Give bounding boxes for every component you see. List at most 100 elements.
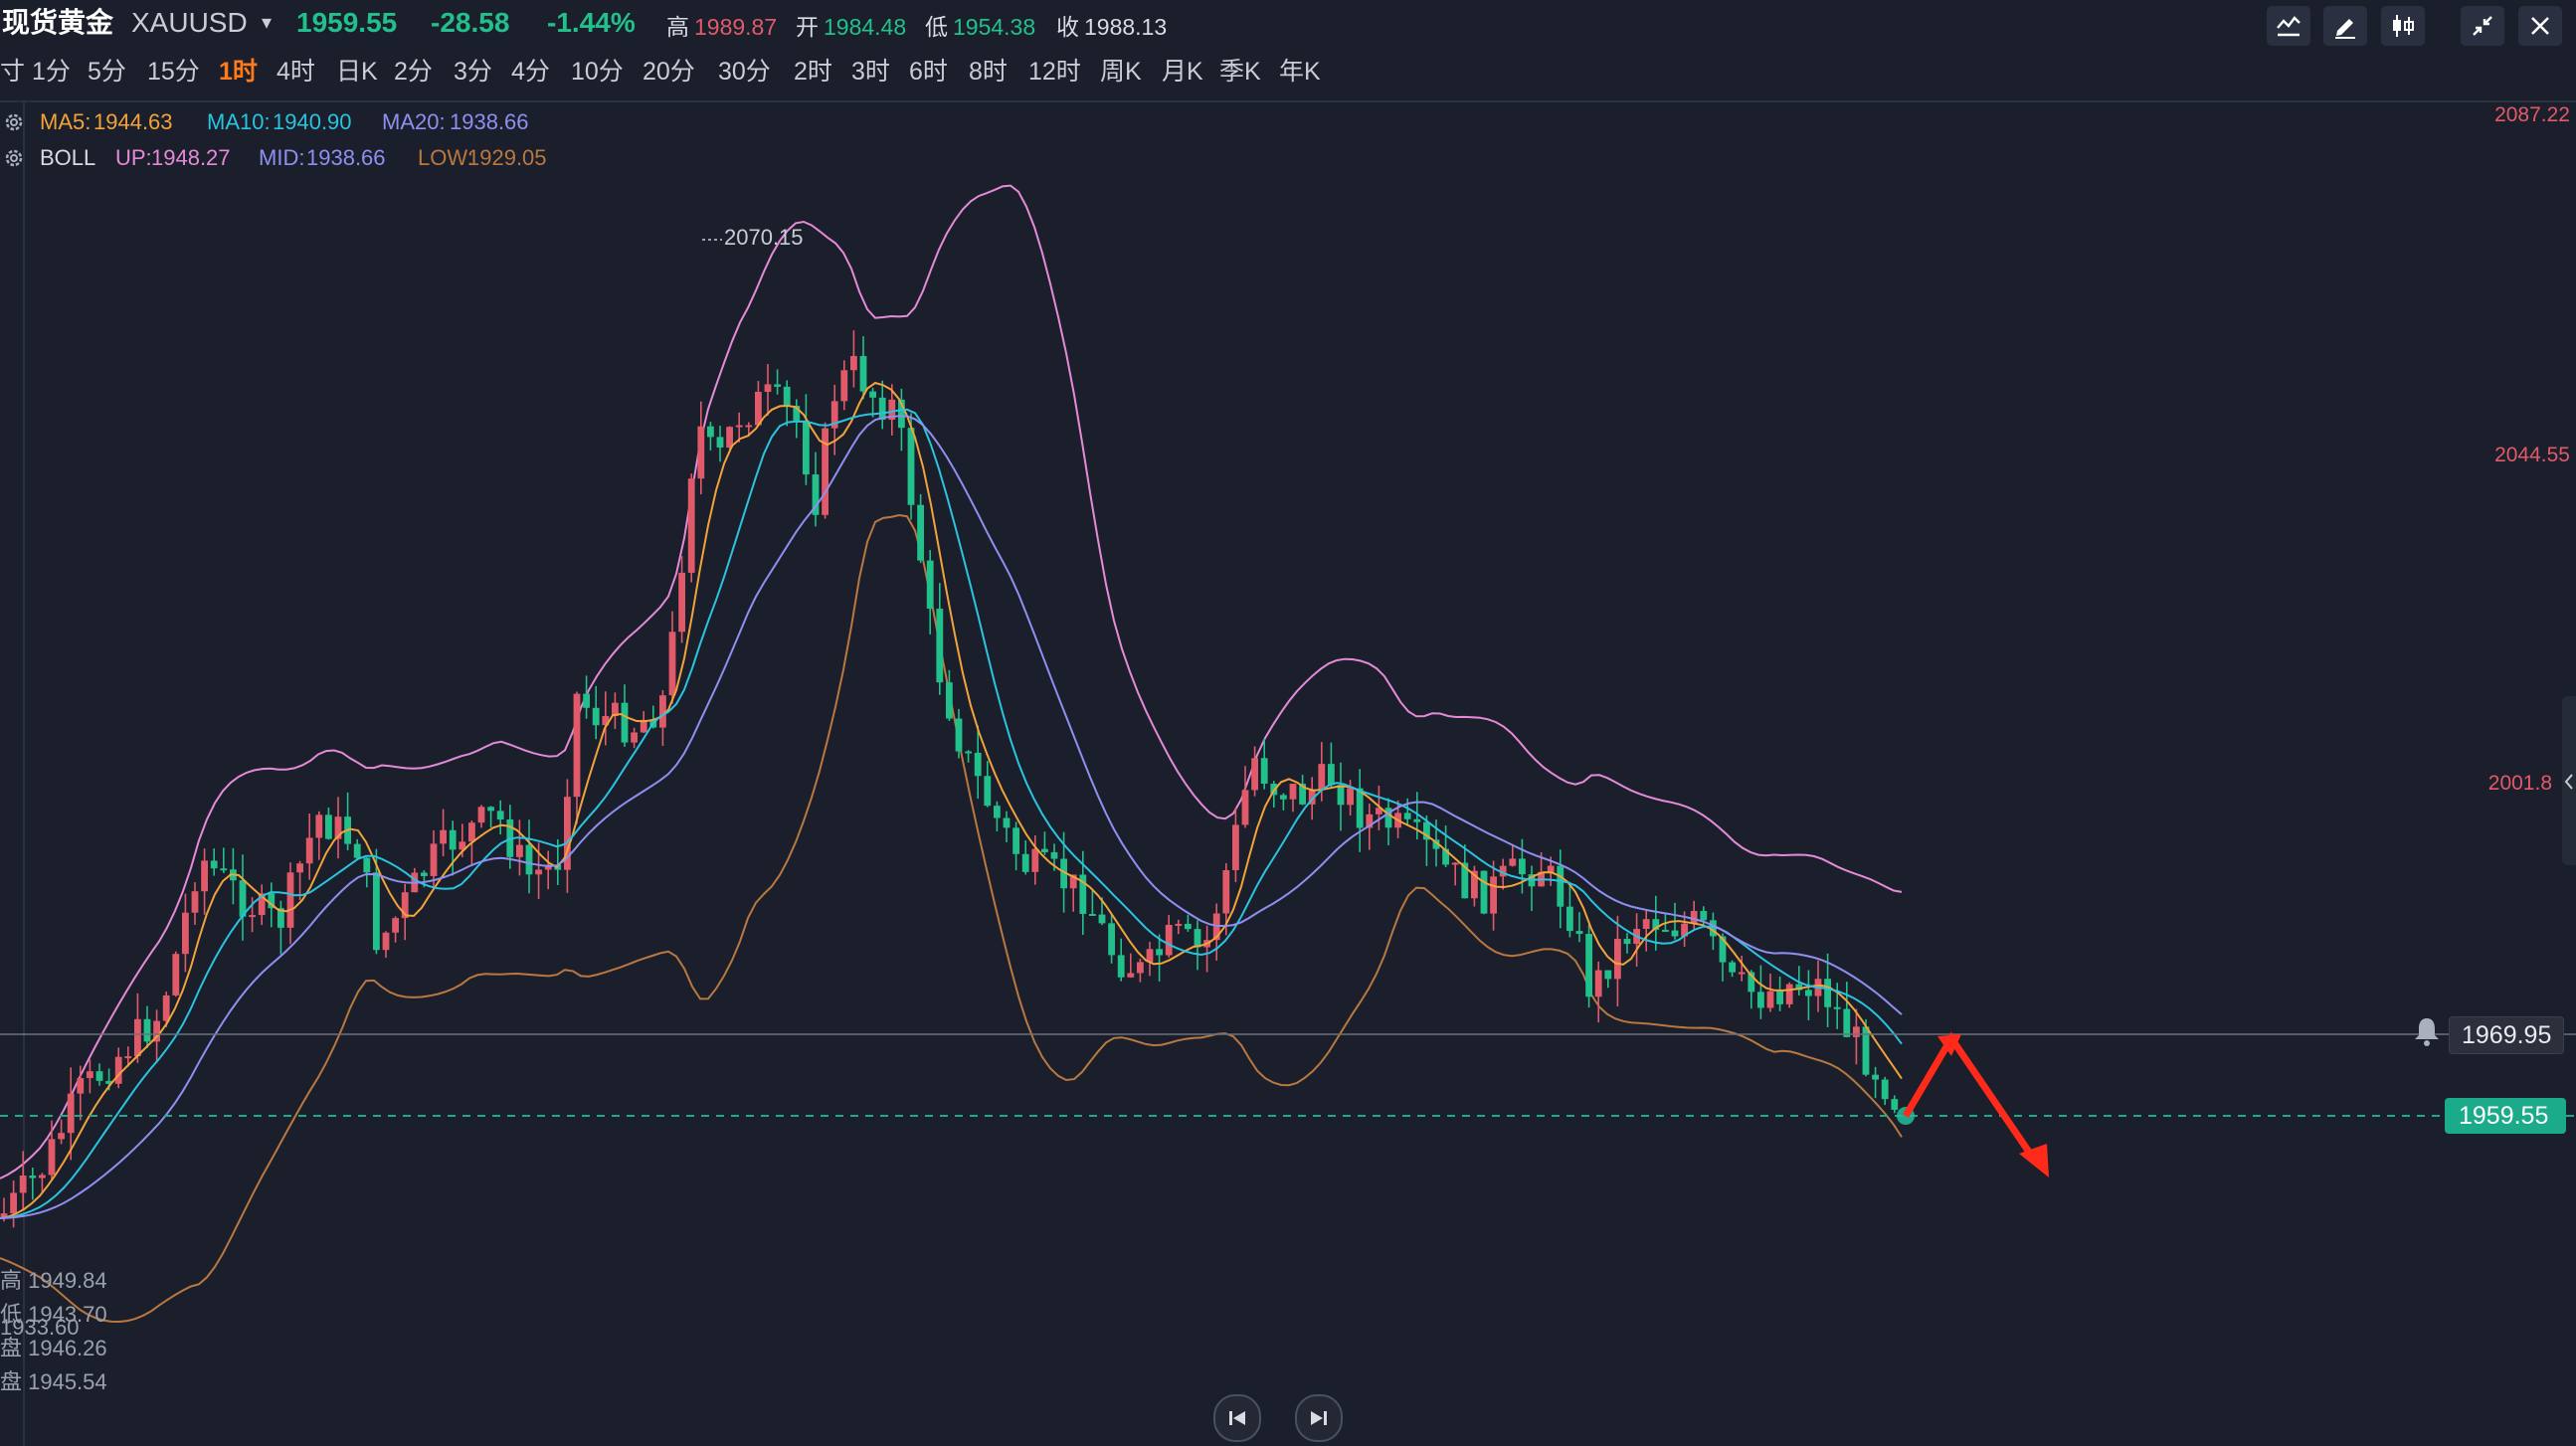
candle-body [697, 426, 705, 479]
moving-averages [0, 381, 1903, 1219]
candle-body [392, 918, 399, 933]
candle-body [296, 863, 303, 873]
candle-body [95, 1071, 103, 1081]
candle-body [1557, 865, 1564, 907]
candle-body [1003, 817, 1011, 828]
bell-icon[interactable] [2411, 1014, 2443, 1048]
crosshair-price-tag: 1969.95 [2449, 1016, 2565, 1054]
candle-body [1566, 906, 1573, 932]
candle-body [87, 1071, 93, 1079]
candle-body [1853, 1026, 1860, 1037]
candle-body [1519, 858, 1526, 875]
max-price-label: 2070.15 [724, 225, 804, 250]
candle-body [1260, 758, 1268, 785]
candle-body [1337, 785, 1345, 806]
candle-body [382, 932, 390, 951]
candle-body [124, 1056, 132, 1059]
info-line: 盘 1946.26 [0, 1336, 107, 1360]
candle-body [1480, 870, 1488, 914]
gear-icon[interactable] [2, 146, 26, 170]
candle-body [286, 872, 294, 928]
candle-body [1050, 851, 1058, 859]
candle-body [869, 391, 876, 398]
current-price-tag: 1959.55 [2445, 1098, 2567, 1134]
rewind-button[interactable] [1213, 1394, 1261, 1442]
candle-body [1575, 931, 1583, 935]
candle-body [707, 426, 714, 438]
chevron-left-icon [2564, 774, 2573, 790]
candle-body [516, 844, 523, 857]
candle-body [631, 732, 638, 743]
candle-body [1623, 939, 1631, 945]
candle-body [716, 437, 724, 449]
candle-body [1738, 972, 1746, 975]
candle-body [29, 1175, 37, 1178]
candle-body [1117, 955, 1125, 978]
boll-name: BOLL [40, 145, 96, 170]
candle-body [1289, 784, 1297, 800]
candle-body [1594, 970, 1602, 997]
candle-body [955, 718, 963, 752]
candle-body [1021, 853, 1029, 872]
candle-body [19, 1175, 27, 1193]
candle-body [1089, 913, 1096, 916]
candle-body [1280, 795, 1287, 800]
candle-body [974, 752, 982, 777]
candle-body [803, 420, 810, 475]
candle-body [592, 707, 600, 726]
candle-body [1318, 764, 1326, 790]
candle-body [926, 560, 934, 610]
candle-body [735, 425, 743, 428]
candle-body [1251, 758, 1258, 791]
candle-body [1413, 818, 1421, 822]
candle-body [249, 915, 256, 918]
candle-body [1403, 813, 1411, 819]
candle-body [1891, 1099, 1899, 1110]
candle-body [946, 682, 953, 719]
candle-body [984, 776, 992, 807]
forward-button[interactable] [1295, 1394, 1343, 1442]
candle-body [783, 386, 791, 406]
forecast-arrow [1902, 1031, 2049, 1177]
candle-body [421, 872, 428, 876]
candle-body [496, 811, 504, 819]
candle-body [1175, 923, 1183, 926]
candle-body [430, 843, 438, 876]
candle-body [39, 1175, 46, 1178]
candle-body [621, 702, 629, 743]
candle-body [687, 478, 695, 573]
candle-body [936, 609, 944, 683]
candle-body [1776, 991, 1783, 1004]
gear-icon[interactable] [2, 110, 26, 134]
candle-body [1108, 923, 1115, 956]
candle-body [774, 384, 781, 387]
candle-body [449, 829, 457, 850]
candle-body [1614, 939, 1621, 980]
candle-body [1729, 962, 1736, 973]
candle-body [1805, 990, 1812, 996]
candle-body [1356, 788, 1364, 828]
price-axis-label: 2001.8 [2487, 772, 2552, 795]
candle-body [468, 822, 475, 842]
candle-body [325, 814, 332, 839]
candle-body [191, 891, 199, 913]
candle-body [10, 1192, 17, 1214]
candle-body [573, 693, 581, 798]
ma10-label: MA10: [207, 109, 271, 134]
candle-body [1700, 910, 1708, 921]
candle-body [1012, 827, 1019, 854]
info-line: 高 1949.84 [0, 1268, 107, 1293]
candle-body [315, 814, 323, 838]
candle-body [1690, 910, 1698, 924]
candle-body [1509, 858, 1517, 866]
boll-up-label: UP: [115, 145, 152, 170]
ma20-value: 1938.66 [450, 109, 529, 134]
candle-body [1451, 862, 1459, 865]
candle-body [48, 1139, 56, 1175]
side-panel-tab[interactable] [2562, 696, 2576, 865]
candlestick-chart[interactable] [0, 0, 2576, 1446]
candle-body [1165, 924, 1173, 956]
boll-lower-line [0, 513, 1903, 1324]
candle-body [1041, 848, 1048, 852]
boll-mid-label: MID: [259, 145, 305, 170]
